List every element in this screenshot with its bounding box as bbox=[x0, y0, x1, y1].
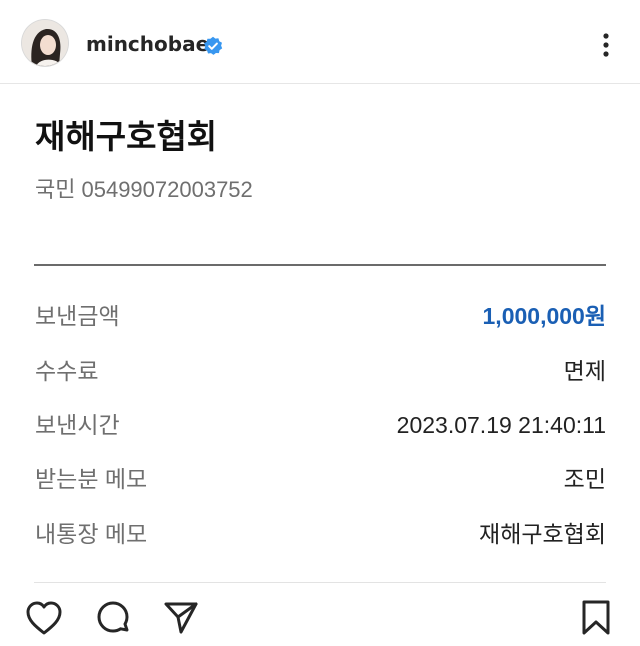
username[interactable]: minchobae bbox=[86, 32, 209, 56]
fee-value: 면제 bbox=[563, 358, 606, 384]
bottom-divider bbox=[34, 582, 606, 583]
sent-time-value: 2023.07.19 21:40:11 bbox=[396, 412, 606, 438]
detail-row-sent-time: 보낸시간 2023.07.19 21:40:11 bbox=[35, 409, 606, 441]
bank-name: 국민 bbox=[35, 177, 76, 202]
recipient-memo-label: 받는분 메모 bbox=[35, 466, 148, 492]
more-vertical-icon[interactable] bbox=[596, 30, 616, 60]
sent-time-label: 보낸시간 bbox=[35, 412, 120, 438]
heart-icon[interactable] bbox=[25, 600, 63, 636]
avatar[interactable] bbox=[22, 20, 68, 66]
recipient-memo-value: 조민 bbox=[563, 466, 606, 492]
account-number: 05499072003752 bbox=[81, 177, 253, 202]
detail-row-amount: 보낸금액 1,000,000원 bbox=[35, 300, 606, 332]
account-line: 국민 05499072003752 bbox=[35, 175, 253, 205]
section-divider bbox=[34, 264, 606, 266]
amount-value: 1,000,000원 bbox=[482, 303, 606, 329]
profile-photo bbox=[22, 20, 68, 66]
verified-badge-icon bbox=[203, 36, 223, 56]
detail-row-my-memo: 내통장 메모 재해구호협회 bbox=[35, 518, 606, 550]
bookmark-icon[interactable] bbox=[578, 599, 614, 637]
recipient-name: 재해구호협회 bbox=[35, 117, 218, 156]
fee-label: 수수료 bbox=[35, 358, 99, 384]
paper-plane-icon[interactable] bbox=[162, 600, 200, 636]
detail-row-fee: 수수료 면제 bbox=[35, 355, 606, 387]
my-memo-value: 재해구호협회 bbox=[479, 521, 606, 547]
amount-label: 보낸금액 bbox=[35, 303, 120, 329]
post-header: minchobae bbox=[0, 0, 640, 84]
my-memo-label: 내통장 메모 bbox=[35, 521, 148, 547]
detail-row-recipient-memo: 받는분 메모 조민 bbox=[35, 463, 606, 495]
comment-icon[interactable] bbox=[94, 600, 132, 636]
